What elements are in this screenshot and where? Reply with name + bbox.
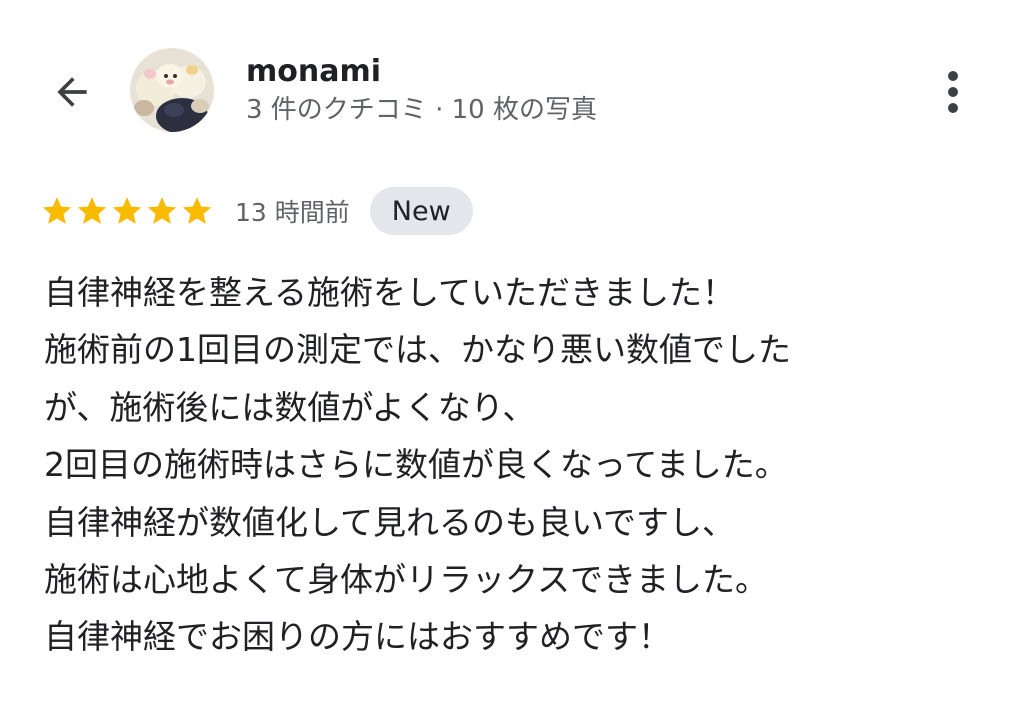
rating-row: 13 時間前 New: [40, 186, 473, 236]
reviewer-name[interactable]: monami: [246, 52, 381, 92]
more-vert-icon: [948, 71, 958, 113]
review-text: 自律神経を整える施術をしていただきました！ 施術前の1回目の測定では、かなり悪い数…: [44, 264, 1004, 666]
back-button[interactable]: [46, 66, 98, 118]
review-text-line: 自律神経が数値化して見れるのも良いですし、: [44, 502, 736, 542]
review-text-line: 施術前の1回目の測定では、かなり悪い数値でした: [44, 330, 791, 370]
new-badge: New: [369, 187, 473, 235]
review-text-line: が、施術後には数値がよくなり、: [44, 387, 536, 427]
star-icon: [42, 197, 72, 224]
user-avatar-photo: [130, 48, 214, 132]
arrow-back-icon: [57, 77, 87, 107]
review-text-line: 2回目の施術時はさらに数値が良くなってました。: [44, 445, 788, 485]
more-options-button[interactable]: [930, 66, 976, 118]
review-text-line: 施術は心地よくて身体がリラックスできました。: [44, 560, 769, 600]
review-text-line: 自律神経でお困りの方にはおすすめです！: [44, 617, 671, 657]
star-icon: [182, 197, 212, 224]
avatar[interactable]: [130, 48, 214, 132]
star-rating: [40, 194, 215, 228]
reviewer-stats: 3 件のクチコミ · 10 枚の写真: [246, 95, 597, 125]
star-icon: [112, 197, 142, 224]
review-time: 13 時間前: [235, 198, 350, 227]
star-icon: [147, 197, 177, 224]
star-icon: [77, 197, 107, 224]
review-text-line: 自律神経を整える施術をしていただきました！: [44, 273, 736, 312]
